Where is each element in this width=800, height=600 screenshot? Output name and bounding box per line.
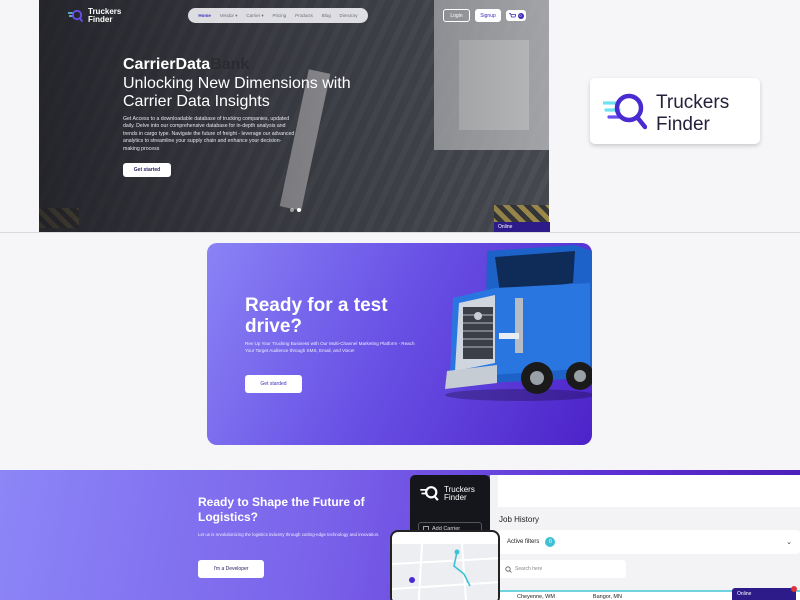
nav-home[interactable]: Home <box>198 13 211 18</box>
nav-carrier-label: Carrier <box>246 12 261 18</box>
dashboard-main: Job History Active filters 0 ⌄ Search he… <box>490 475 800 600</box>
nav-pricing[interactable]: Pricing <box>273 13 287 18</box>
test-drive-description: Rev Up Your Trucking Business with Our M… <box>245 341 415 353</box>
dashboard-logo-text: Truckers Finder <box>444 485 475 502</box>
active-filters-label: Active filters <box>507 539 540 545</box>
carousel-dots <box>290 208 301 212</box>
cart-button[interactable]: 0 <box>506 10 526 21</box>
carousel-dot[interactable] <box>290 208 294 212</box>
active-filters-bar[interactable]: Active filters 0 ⌄ <box>499 530 800 554</box>
test-drive-banner: Ready for a test drive? Rev Up Your Truc… <box>207 243 592 445</box>
hero-subtitle: Unlocking New Dimensions with Carrier Da… <box>123 75 351 110</box>
hero-description: Get Access to a downloadable database of… <box>123 116 295 152</box>
online-status-label: Online <box>737 591 752 597</box>
logo-icon <box>68 9 84 23</box>
hero-title-part1: CarrierData <box>123 56 211 73</box>
chevron-down-icon: ▾ <box>235 12 238 18</box>
hero-get-started-button[interactable]: Get started <box>123 163 171 177</box>
dashboard-logo-line2: Finder <box>444 492 467 502</box>
nav-carrier[interactable]: Carrier ▾ <box>246 13 263 19</box>
developer-button[interactable]: I'm a Developer <box>198 560 264 578</box>
future-title: Ready to Shape the Future of Logistics? <box>198 495 365 524</box>
job-history-heading: Job History <box>499 515 540 524</box>
nav-directory[interactable]: Directory <box>340 13 358 18</box>
search-icon <box>505 565 512 573</box>
map-preview <box>392 544 498 600</box>
hero-brand-title: CarrierDataBank <box>123 56 249 74</box>
future-description: Let us is revolutionizing the logistics … <box>198 532 380 537</box>
logo-icon <box>603 93 647 130</box>
dashboard-topbar <box>498 475 800 507</box>
header-logo-text: Truckers Finder <box>88 8 121 24</box>
nav-vendor[interactable]: Vendor ▾ <box>220 13 238 19</box>
nav-vendor-label: Vendor <box>219 12 235 18</box>
filter-count-badge: 0 <box>545 537 556 547</box>
section-divider <box>0 232 800 233</box>
signup-button[interactable]: Signup <box>475 9 501 22</box>
header-logo[interactable]: Truckers Finder <box>68 8 121 24</box>
dashboard-logo[interactable]: Truckers Finder <box>420 485 475 502</box>
search-placeholder: Search here <box>515 566 543 572</box>
row-destination: Bangor, MN <box>592 594 622 600</box>
carousel-dot-active[interactable] <box>297 208 301 212</box>
hero-title-part2: Bank <box>210 56 250 73</box>
notification-badge <box>791 586 797 592</box>
test-drive-get-started-button[interactable]: Get starded <box>245 375 302 393</box>
blue-truck-image <box>445 245 592 401</box>
top-navigation: Home Vendor ▾ Carrier ▾ Pricing Products… <box>188 8 368 23</box>
brand-logo-line1: Truckers <box>656 92 730 113</box>
chevron-down-icon: ▾ <box>261 12 264 18</box>
brand-logo-card: Truckers Finder <box>590 78 760 144</box>
phone-mockup <box>390 530 500 600</box>
developer-section: Ready to Shape the Future of Logistics? … <box>0 470 800 600</box>
logo-line2: Finder <box>88 15 113 24</box>
cart-icon <box>508 12 516 17</box>
nav-blog[interactable]: Blog <box>322 13 331 18</box>
online-status-tab[interactable]: Online <box>494 222 550 232</box>
brand-logo-line2: Finder <box>656 114 710 135</box>
online-status-tab-bottom[interactable]: Online <box>732 586 797 600</box>
test-drive-title: Ready for a test drive? <box>245 295 388 337</box>
cart-count-badge: 0 <box>517 12 524 19</box>
nav-products[interactable]: Products <box>295 13 313 18</box>
job-search-input[interactable]: Search here <box>499 560 626 578</box>
row-origin: Cheyenne, WM <box>517 594 555 600</box>
chevron-down-icon[interactable]: ⌄ <box>786 538 792 546</box>
login-button[interactable]: Login <box>443 9 470 22</box>
logo-icon <box>420 486 439 501</box>
